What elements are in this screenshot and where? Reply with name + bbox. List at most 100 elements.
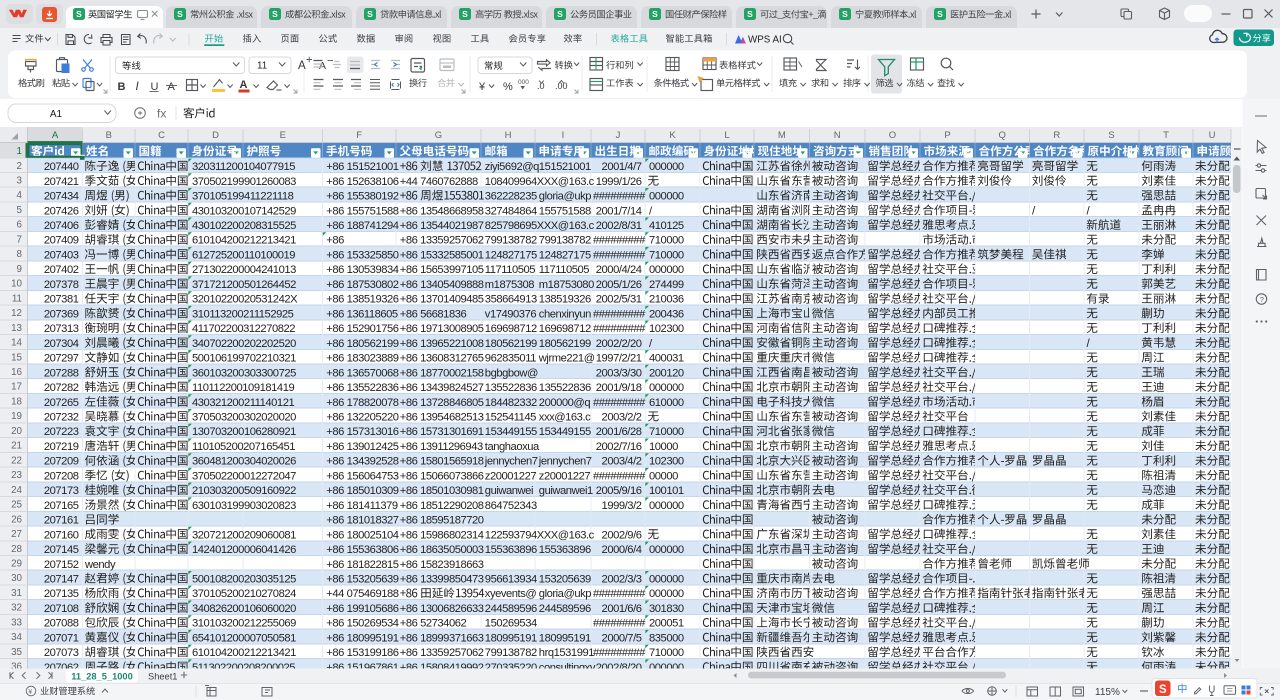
svg-text:+86 18512290208: +86 18512290208 [400,500,484,512]
svg-text:+86 181018327: +86 181018327 [326,515,398,527]
svg-text:2003/4/2: 2003/4/2 [602,456,642,468]
svg-text:+86 18999371663: +86 18999371663 [400,632,484,644]
svg-text:P: P [944,130,950,141]
svg-text:z20001227: z20001227 [539,470,591,482]
svg-text:799138782: 799138782 [485,235,537,247]
svg-text:612725200110100019: 612725200110100019 [192,250,295,262]
svg-text:+86 183023889: +86 183023889 [326,353,398,365]
svg-text:00000: 00000 [649,470,678,482]
svg-text:S: S [76,9,82,19]
svg-text:Sheet1: Sheet1 [148,671,177,681]
svg-text:+86 187530802: +86 187530802 [326,279,398,291]
svg-text:bgbgbow@: bgbgbow@ [485,367,538,379]
svg-text:000000: 000000 [649,588,684,600]
svg-text:207073: 207073 [44,647,79,659]
svg-text:+86 136570068: +86 136570068 [326,367,398,379]
svg-text:150269534: 150269534 [485,618,537,630]
svg-text:410125: 410125 [649,220,684,232]
svg-text:fx: fx [157,107,166,121]
svg-text:15: 15 [11,352,22,363]
svg-text:207223: 207223 [44,426,79,438]
svg-text:102300: 102300 [649,456,684,468]
svg-text:102300: 102300 [649,323,684,335]
svg-text:#########: ######### [593,308,646,320]
svg-text:358664913: 358664913 [485,294,537,306]
svg-text:+86 188741294: +86 188741294 [326,220,398,232]
svg-text:710000: 710000 [649,235,684,247]
svg-text:864752343: 864752343 [485,500,537,512]
svg-text:chenxinyun: chenxinyun [539,308,591,320]
svg-text:+86 13965221008: +86 13965221008 [400,338,484,350]
svg-text:2001/9/18: 2001/9/18 [596,382,642,394]
svg-text:F: F [356,130,362,141]
svg-text:2002/9/6: 2002/9/6 [602,529,642,541]
svg-text:610104200212213421: 610104200212213421 [192,647,296,659]
svg-text:m1875308: m1875308 [485,279,535,291]
svg-text:2005/1/26: 2005/1/26 [596,279,642,291]
svg-text:110112200109181419: 110112200109181419 [192,382,294,394]
svg-text:200436: 200436 [649,308,684,320]
svg-text:630103199903020823: 630103199903020823 [192,500,296,512]
svg-text:+86 19713008905: +86 19713008905 [400,323,484,335]
svg-text:A: A [52,130,59,141]
svg-text:207088: 207088 [44,618,79,630]
svg-text:guiwanwei1: guiwanwei1 [539,485,593,497]
svg-text:wendy: wendy [84,559,116,571]
svg-text:3: 3 [17,176,23,187]
svg-text:17: 17 [11,382,22,393]
svg-text:710000: 710000 [649,250,684,262]
svg-text:180562199: 180562199 [539,338,591,350]
svg-text:jennychen7: jennychen7 [484,456,538,468]
svg-text:371721200501264452: 371721200501264452 [192,279,296,291]
svg-text:000000: 000000 [649,264,684,276]
svg-text:710000: 710000 [649,647,684,659]
svg-text:?: ? [1260,295,1264,304]
svg-text:30: 30 [11,573,22,584]
svg-text:610104200212213421: 610104200212213421 [192,235,296,247]
svg-text:T: T [1163,130,1169,141]
svg-text:000000: 000000 [649,161,684,173]
svg-text:+86 15823918663: +86 15823918663 [400,559,484,571]
svg-text:WPS AI: WPS AI [748,35,782,46]
svg-text:207282: 207282 [44,382,79,394]
svg-text:207421: 207421 [44,176,79,188]
svg-text:169698712: 169698712 [485,323,537,335]
svg-text:244589596: 244589596 [485,603,537,615]
svg-text:11: 11 [12,293,22,304]
svg-text:#########: ######### [593,250,646,262]
svg-text:000000: 000000 [649,382,684,394]
svg-text:+86 13954682513: +86 13954682513 [400,412,484,424]
svg-text:138519326: 138519326 [539,294,591,306]
svg-text:A: A [168,81,176,93]
svg-text:207152: 207152 [44,559,79,571]
svg-text:33: 33 [11,617,22,628]
svg-text:2: 2 [17,161,22,172]
svg-text:+86 178820078: +86 178820078 [326,397,398,409]
svg-text:+86 56681836: +86 56681836 [400,308,467,320]
svg-text:M: M [778,130,786,141]
svg-text:320721200209060081: 320721200209060081 [192,529,296,541]
svg-text:+86 130539834: +86 130539834 [326,264,398,276]
svg-text:+86 157313016: +86 157313016 [326,426,398,438]
svg-text:#########: ######### [593,397,646,409]
svg-text:825798695XXX@163.c: 825798695XXX@163.c [485,220,595,232]
svg-text:+86 13544021987: +86 13544021987 [400,220,484,232]
svg-text:000: 000 [518,79,529,86]
svg-text:.00: .00 [555,81,568,91]
svg-text:xxx@163.c: xxx@163.c [539,412,591,424]
svg-text:+86 15986802314: +86 15986802314 [400,529,484,541]
svg-text:7: 7 [17,234,22,245]
svg-text:207108: 207108 [44,603,79,615]
svg-text:151521001: 151521001 [539,161,591,173]
svg-text:S: S [1108,130,1114,141]
svg-text:C: C [158,130,165,141]
svg-text:Q: Q [999,130,1006,141]
svg-text:+86 180995191: +86 180995191 [326,632,398,644]
svg-text:135522836: 135522836 [485,382,537,394]
svg-text:207145: 207145 [44,544,79,556]
svg-text:320311200104077915: 320311200104077915 [192,161,295,173]
svg-text:A: A [240,79,248,91]
svg-text:+86 13399850473: +86 13399850473 [400,574,484,586]
svg-text:2003/3/30: 2003/3/30 [596,367,642,379]
svg-text:S: S [937,9,943,19]
